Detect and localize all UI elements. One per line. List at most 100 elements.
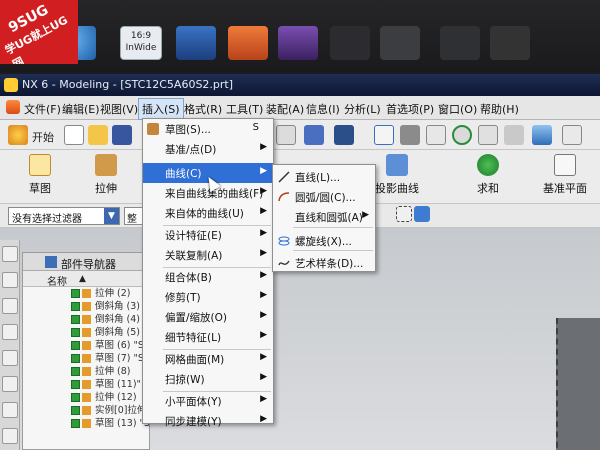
resource-tab-icon[interactable]: [2, 272, 18, 288]
desktop-app-icon[interactable]: [330, 26, 370, 60]
open-folder-icon[interactable]: [88, 125, 108, 145]
insert-menu-item[interactable]: 网格曲面(M) ▶: [143, 349, 273, 369]
navigator-row[interactable]: 拉伸 (2): [23, 287, 149, 300]
app-menu-icon[interactable]: [6, 100, 20, 114]
curve-submenu-item[interactable]: 艺术样条(D)...: [273, 253, 375, 273]
curve-submenu-item[interactable]: 直线和圆弧(A) ▶: [273, 207, 375, 227]
selection-icon[interactable]: [334, 125, 354, 145]
menu-help[interactable]: 帮助(H): [480, 101, 519, 117]
layer-icon[interactable]: [562, 125, 582, 145]
desktop-app-icon[interactable]: [490, 26, 530, 60]
render-style-icon[interactable]: [532, 125, 552, 145]
cube-icon[interactable]: [414, 206, 430, 222]
chevron-down-icon[interactable]: ▼: [104, 208, 119, 224]
resource-tab-icon[interactable]: [2, 298, 18, 314]
resource-tab-icon[interactable]: [2, 402, 18, 418]
menu-window[interactable]: 窗口(O): [438, 101, 477, 117]
submenu-arrow-icon: ▶: [260, 142, 267, 152]
insert-menu-item[interactable]: 来自体的曲线(U) ▶: [143, 203, 273, 223]
checkbox-icon[interactable]: [71, 341, 80, 350]
checkbox-icon[interactable]: [71, 302, 80, 311]
menu-analysis[interactable]: 分析(L): [344, 101, 381, 117]
part-model[interactable]: [556, 318, 600, 450]
pan-icon[interactable]: [478, 125, 498, 145]
curve-submenu-item[interactable]: 螺旋线(X)...: [273, 231, 375, 251]
view-orient-icon[interactable]: [504, 125, 524, 145]
menu-view[interactable]: 视图(V): [100, 101, 138, 117]
inwide-icon[interactable]: 16:9 InWide: [120, 26, 162, 60]
checkbox-icon[interactable]: [71, 406, 80, 415]
spline-icon: [278, 257, 290, 269]
start-icon[interactable]: [8, 125, 28, 145]
desktop-app-icon[interactable]: [278, 26, 318, 60]
navigator-row[interactable]: 草图 (7) "S: [23, 352, 149, 365]
submenu-arrow-icon: ▶: [260, 290, 267, 300]
insert-menu-item[interactable]: 组合体(B) ▶: [143, 267, 273, 287]
navigator-row[interactable]: 倒斜角 (3): [23, 300, 149, 313]
window-title-bar[interactable]: NX 6 - Modeling - [STC12C5A60S2.prt]: [0, 74, 600, 96]
navigator-column-header[interactable]: 名称 ▲: [23, 271, 149, 288]
desktop-app-icon[interactable]: [440, 26, 480, 60]
resource-tab-icon[interactable]: [2, 350, 18, 366]
extrude-tool[interactable]: 拉伸: [78, 152, 134, 202]
navigator-row[interactable]: 拉伸 (8): [23, 365, 149, 378]
desktop-app-icon[interactable]: [228, 26, 268, 60]
command-finder-icon[interactable]: [304, 125, 324, 145]
curve-submenu-item[interactable]: 直线(L)...: [273, 167, 375, 187]
menu-format[interactable]: 格式(R): [184, 101, 222, 117]
sketch-tool[interactable]: 草图: [12, 152, 68, 202]
navigator-row[interactable]: 草图 (11)": [23, 378, 149, 391]
resource-tab-icon[interactable]: [2, 324, 18, 340]
checkbox-icon[interactable]: [71, 367, 80, 376]
curve-submenu-item[interactable]: 圆弧/圆(C)...: [273, 187, 375, 207]
save-icon[interactable]: [112, 125, 132, 145]
navigator-row[interactable]: 倒斜角 (5): [23, 326, 149, 339]
checkbox-icon[interactable]: [71, 419, 80, 428]
sort-arrow-icon[interactable]: ▲: [79, 274, 86, 284]
desktop-app-icon[interactable]: [380, 26, 420, 60]
insert-menu-item[interactable]: 小平面体(Y) ▶: [143, 391, 273, 411]
insert-menu-item[interactable]: 草图(S)... S: [143, 119, 273, 139]
navigator-row[interactable]: 拉伸 (12): [23, 391, 149, 404]
insert-menu-item[interactable]: 扫掠(W) ▶: [143, 369, 273, 389]
menu-insert[interactable]: 插入(S): [138, 98, 184, 120]
insert-menu-item[interactable]: 同步建模(Y) ▶: [143, 411, 273, 431]
navigator-row[interactable]: 草图 (6) "S: [23, 339, 149, 352]
start-label[interactable]: 开始: [32, 129, 54, 145]
shaded-view-icon[interactable]: [400, 125, 420, 145]
checkbox-icon[interactable]: [71, 354, 80, 363]
scope-filter-select[interactable]: 整: [124, 207, 144, 225]
resource-tab-icon[interactable]: [2, 246, 18, 262]
checkbox-icon[interactable]: [71, 380, 80, 389]
rotate-icon[interactable]: [452, 125, 472, 145]
resource-tab-icon[interactable]: [2, 376, 18, 392]
zoom-icon[interactable]: [426, 125, 446, 145]
menu-edit[interactable]: 编辑(E): [62, 101, 100, 117]
fit-view-icon[interactable]: [374, 125, 394, 145]
navigator-row[interactable]: 实例[0]拉伸 (12): [23, 404, 149, 417]
checkbox-icon[interactable]: [71, 315, 80, 324]
insert-menu-item[interactable]: 关联复制(A) ▶: [143, 245, 273, 265]
checkbox-icon[interactable]: [71, 328, 80, 337]
menu-tools[interactable]: 工具(T): [226, 101, 263, 117]
insert-menu-item[interactable]: 设计特征(E) ▶: [143, 225, 273, 245]
checkbox-icon[interactable]: [71, 393, 80, 402]
menu-file[interactable]: 文件(F): [24, 101, 61, 117]
insert-menu-item[interactable]: 基准/点(D) ▶: [143, 139, 273, 159]
rectangle-select-icon[interactable]: [396, 206, 412, 222]
checkbox-icon[interactable]: [71, 289, 80, 298]
unite-tool[interactable]: 求和: [460, 152, 516, 202]
menu-info[interactable]: 信息(I): [306, 101, 340, 117]
redo-icon[interactable]: [276, 125, 296, 145]
resource-tab-icon[interactable]: [2, 428, 18, 444]
menu-preferences[interactable]: 首选项(P): [386, 101, 434, 117]
navigator-row[interactable]: 草图 (13) "SKETC: [23, 417, 149, 430]
desktop-app-icon[interactable]: [176, 26, 216, 60]
insert-menu-item[interactable]: 修剪(T) ▶: [143, 287, 273, 307]
menu-assembly[interactable]: 装配(A): [266, 101, 304, 117]
datum-plane-tool[interactable]: 基准平面: [534, 152, 596, 202]
insert-menu-item[interactable]: 偏置/缩放(O) ▶: [143, 307, 273, 327]
new-file-icon[interactable]: [64, 125, 84, 145]
navigator-row[interactable]: 倒斜角 (4): [23, 313, 149, 326]
insert-menu-item[interactable]: 细节特征(L) ▶: [143, 327, 273, 347]
